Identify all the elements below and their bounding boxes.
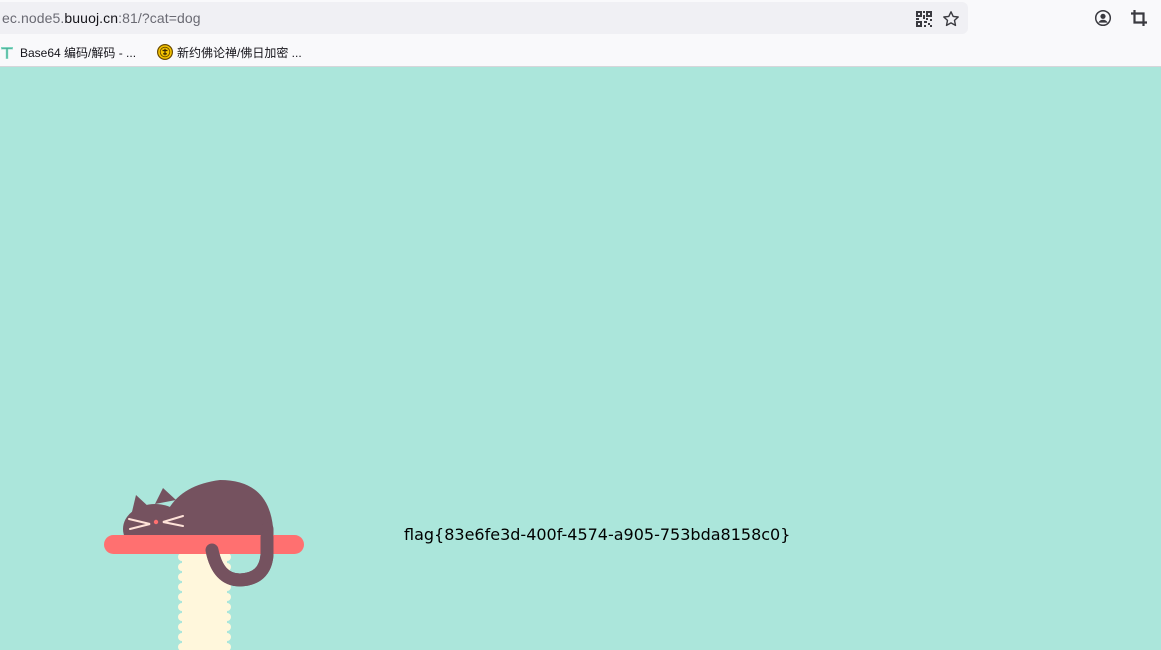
url-text[interactable]: ec.node5.buuoj.cn:81/?cat=dog — [2, 10, 201, 26]
crop-icon[interactable] — [1130, 9, 1148, 27]
buddha-coin-icon — [157, 44, 173, 60]
url-suffix: :81/?cat=dog — [118, 10, 201, 26]
bookmark-label: 新约佛论禅/佛日加密 ... — [177, 45, 302, 60]
bookmark-base64[interactable]: Base64 编码/解码 - ... — [0, 43, 136, 61]
t-logo-icon — [1, 47, 13, 59]
url-prefix: ec.node5. — [2, 10, 65, 26]
star-icon[interactable] — [942, 10, 960, 28]
sleeping-cat-scene — [104, 480, 304, 650]
address-bar[interactable]: ec.node5.buuoj.cn:81/?cat=dog — [0, 2, 968, 34]
bookmarks-toolbar: Base64 编码/解码 - ... 新约佛论禅/佛日加密 ... — [0, 38, 1161, 66]
bookmark-fo-lun-chan[interactable]: 新约佛论禅/佛日加密 ... — [157, 43, 302, 61]
cat-shelf — [104, 535, 304, 554]
page-content: flag{83e6fe3d-400f-4574-a905-753bda8158c… — [0, 67, 1161, 650]
bookmark-label: Base64 编码/解码 - ... — [20, 45, 137, 60]
browser-chrome: ec.node5.buuoj.cn:81/?cat=dog Base64 编码/… — [0, 0, 1161, 67]
qr-code-icon[interactable] — [915, 10, 933, 28]
account-icon[interactable] — [1094, 9, 1112, 27]
flag-text: flag{83e6fe3d-400f-4574-a905-753bda8158c… — [404, 525, 791, 544]
url-host: buuoj.cn — [64, 10, 119, 26]
